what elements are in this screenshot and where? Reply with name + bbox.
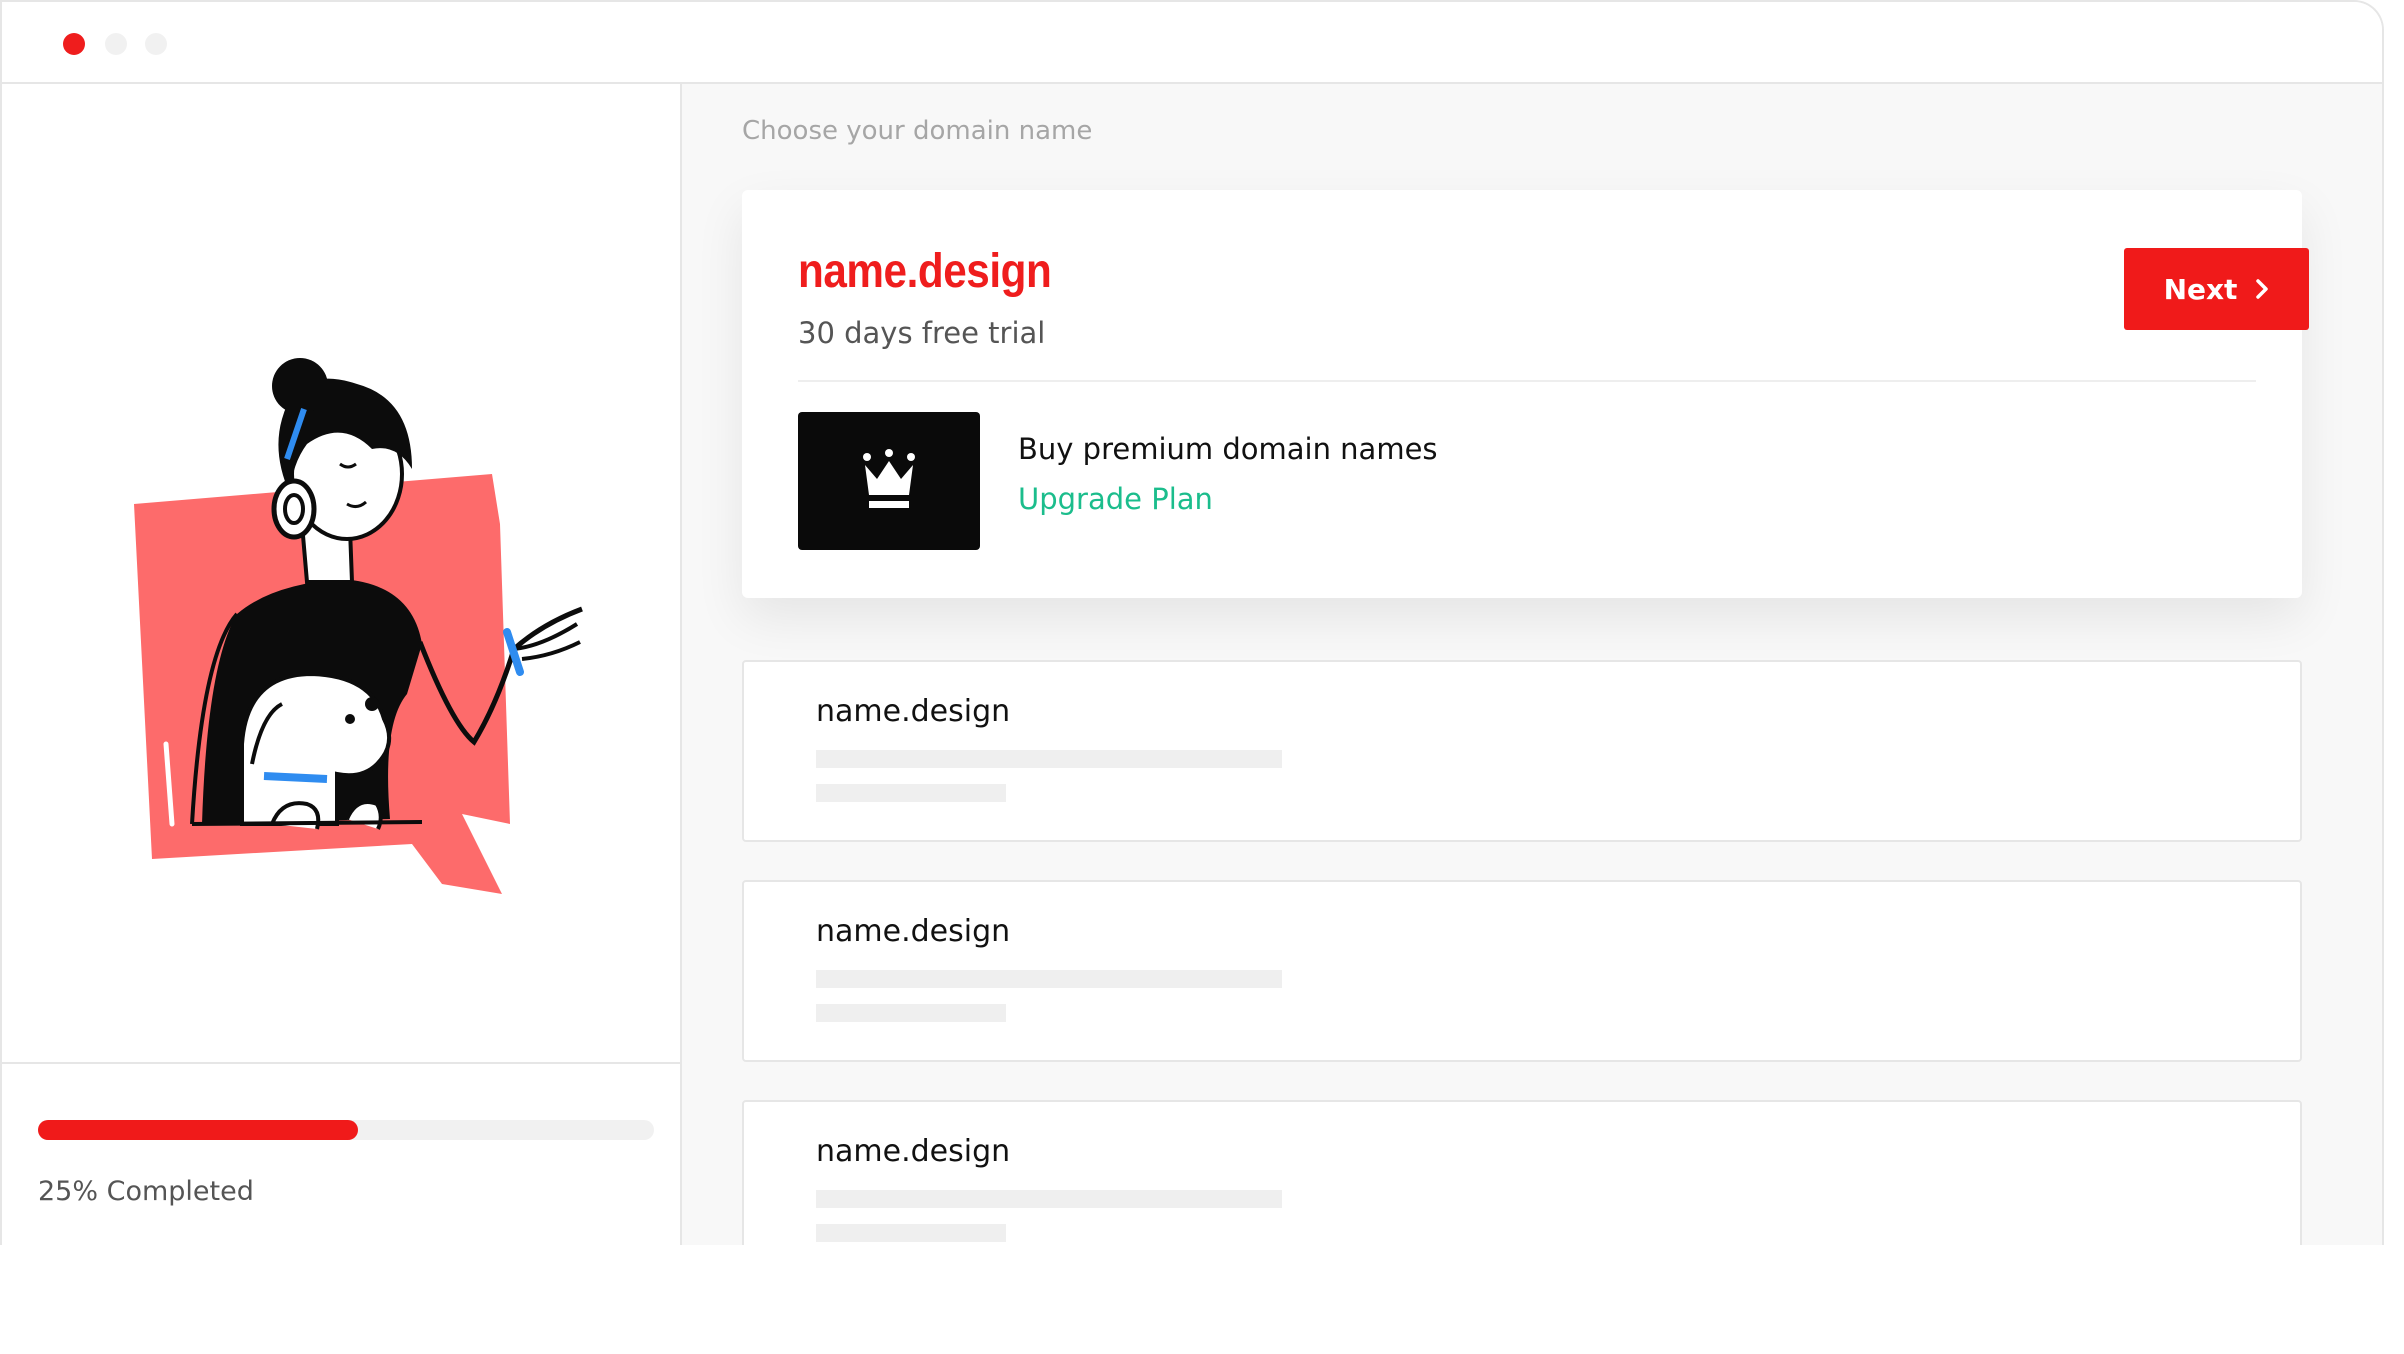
- maximize-window-button[interactable]: [145, 33, 167, 55]
- featured-domain-name: name.design: [798, 245, 1052, 298]
- progress-label: 25% Completed: [38, 1176, 254, 1207]
- placeholder-line: [816, 1224, 1006, 1242]
- minimize-window-button[interactable]: [105, 33, 127, 55]
- domain-option-3[interactable]: name.design: [742, 1100, 2302, 1245]
- progress-bar: [38, 1120, 654, 1140]
- progress-bar-fill: [38, 1120, 359, 1140]
- next-button[interactable]: Next: [2124, 248, 2309, 330]
- next-button-label: Next: [2163, 272, 2238, 306]
- placeholder-line: [816, 1004, 1006, 1022]
- domain-option-name: name.design: [816, 914, 1011, 949]
- domain-option-name: name.design: [816, 694, 1011, 729]
- domain-option-2[interactable]: name.design: [742, 880, 2302, 1062]
- domain-option-name: name.design: [816, 1134, 1011, 1169]
- chevron-right-icon: [2255, 278, 2269, 300]
- placeholder-line: [816, 784, 1006, 802]
- crown-icon: [798, 412, 980, 550]
- progress-section: 25% Completed: [2, 1062, 680, 1245]
- placeholder-line: [816, 1190, 1282, 1208]
- main-content: Choose your domain name name.design 30 d…: [682, 84, 2382, 1245]
- trial-subtitle: 30 days free trial: [798, 316, 1046, 350]
- domain-option-1[interactable]: name.design: [742, 660, 2302, 842]
- featured-domain-card: name.design 30 days free trial Next Buy: [742, 190, 2309, 598]
- woman-with-headphones-and-dog-illustration: [122, 324, 602, 924]
- placeholder-line: [816, 970, 1282, 988]
- close-window-button[interactable]: [63, 33, 85, 55]
- card-divider: [798, 380, 2256, 382]
- placeholder-line: [816, 750, 1282, 768]
- section-title: Choose your domain name: [742, 116, 1093, 146]
- sidebar-panel: 25% Completed: [2, 84, 682, 1245]
- upgrade-plan-link[interactable]: Upgrade Plan: [1018, 482, 1213, 516]
- window-titlebar: [2, 2, 2382, 84]
- browser-window: 25% Completed Choose your domain name na…: [0, 0, 2384, 1245]
- premium-promo-text: Buy premium domain names: [1018, 432, 1438, 466]
